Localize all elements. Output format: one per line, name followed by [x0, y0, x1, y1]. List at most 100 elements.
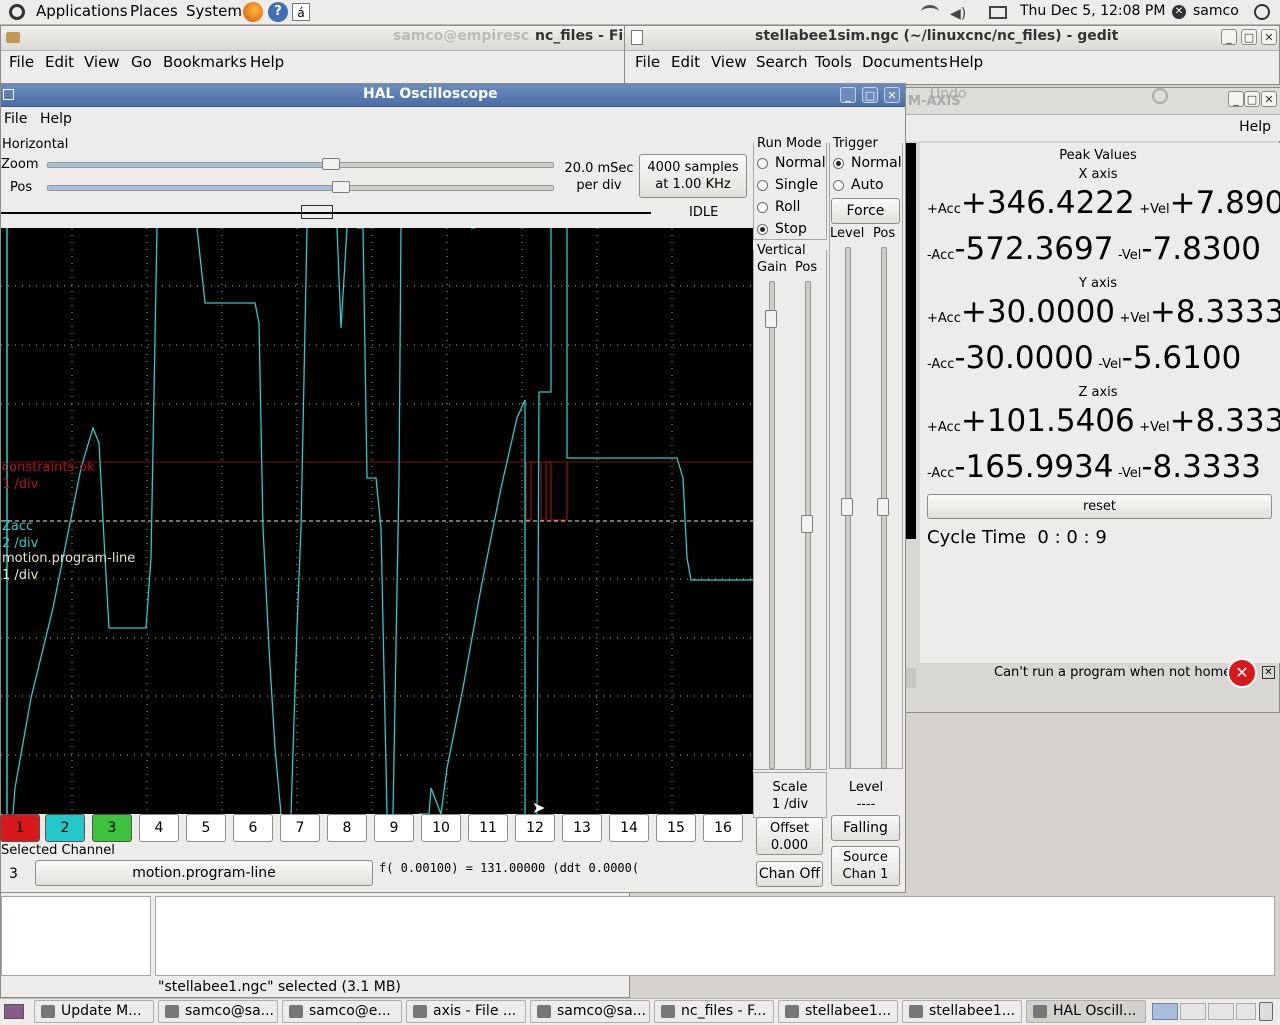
channel-16-button[interactable]: 16 [703, 814, 743, 842]
mail-icon[interactable] [989, 6, 1007, 19]
taskbar-item[interactable]: HAL Oscill... [1026, 1000, 1146, 1023]
scope-menu-help[interactable]: Help [40, 111, 72, 127]
scope-menu-file[interactable]: File [4, 111, 27, 127]
offset-button[interactable]: Offset 0.000 [756, 817, 823, 855]
fb-menu-go[interactable]: Go [131, 53, 152, 71]
trigger-edge-button[interactable]: Falling [831, 815, 900, 841]
scope-titlebar[interactable]: HAL Oscilloscope _ □ ✕ [1, 84, 905, 107]
axis-maximize-button[interactable]: □ [1244, 91, 1260, 107]
gedit-close-button[interactable]: ✕ [1261, 29, 1277, 45]
taskbar-item[interactable]: samco@sa... [530, 1000, 650, 1023]
vertical-pos-slider[interactable] [801, 281, 813, 769]
vertical-gain-slider[interactable] [765, 281, 777, 769]
taskbar-item[interactable]: nc_files - F... [654, 1000, 774, 1023]
vertical-pos-handle[interactable] [801, 515, 813, 533]
fb-menu-help[interactable]: Help [250, 53, 284, 71]
gedit-menu-help[interactable]: Help [949, 53, 983, 71]
gedit-minimize-button[interactable]: _ [1221, 29, 1237, 45]
axis-help-menu[interactable]: Help [1239, 119, 1271, 135]
pos-slider-handle[interactable] [332, 181, 350, 193]
trigger-source-button[interactable]: Source Chan 1 [831, 846, 900, 886]
gedit-menu-documents[interactable]: Documents [862, 53, 948, 71]
workspace-switcher[interactable] [1152, 1003, 1178, 1020]
run-mode-stop-radio[interactable] [757, 224, 768, 235]
file-browser-titlebar[interactable]: samco@empiresc nc_files - File Browser [1, 26, 707, 51]
taskbar-item[interactable]: stellabee1... [778, 1000, 898, 1023]
force-trigger-button[interactable]: Force [831, 198, 900, 224]
chan-off-button[interactable]: Chan Off [756, 861, 823, 887]
fb-file-view[interactable] [155, 896, 1275, 976]
channel-10-button[interactable]: 10 [421, 814, 461, 842]
taskbar-item[interactable]: stellabee1... [902, 1000, 1022, 1023]
axis-minimize-button[interactable]: _ [1228, 91, 1244, 107]
user-menu[interactable]: samco [1193, 3, 1239, 19]
channel-6-button[interactable]: 6 [233, 814, 273, 842]
gedit-maximize-button[interactable]: □ [1241, 29, 1257, 45]
scope-maximize-button[interactable]: □ [862, 87, 878, 103]
taskbar-item[interactable]: axis - File ... [406, 1000, 526, 1023]
show-desktop-icon[interactable] [4, 1004, 24, 1019]
trigger-normal-radio[interactable] [833, 158, 844, 169]
scope-minimize-button[interactable]: _ [840, 87, 856, 103]
dismiss-error-button[interactable]: ✕ [1262, 666, 1275, 679]
gedit-menu-tools[interactable]: Tools [815, 53, 852, 71]
trigger-level-handle[interactable] [841, 498, 853, 516]
fb-menu-view[interactable]: View [84, 53, 120, 71]
zoom-slider[interactable] [47, 158, 554, 170]
channel-14-button[interactable]: 14 [609, 814, 649, 842]
reset-button[interactable]: reset [927, 494, 1272, 519]
axis-close-button[interactable]: ✕ [1261, 91, 1277, 107]
channel-13-button[interactable]: 13 [562, 814, 602, 842]
firefox-launcher-icon[interactable] [243, 2, 263, 22]
taskbar-item[interactable]: samco@e... [282, 1000, 402, 1023]
gedit-menu-file[interactable]: File [635, 53, 660, 71]
taskbar-item[interactable]: Update M... [34, 1000, 154, 1023]
trigger-pos-slider[interactable] [877, 247, 889, 769]
vertical-gain-handle[interactable] [765, 310, 777, 328]
channel-2-button[interactable]: 2 [45, 814, 85, 842]
channel-12-button[interactable]: 12 [515, 814, 555, 842]
selected-signal-button[interactable]: motion.program-line [35, 860, 373, 886]
trigger-pos-handle[interactable] [877, 498, 889, 516]
fb-menu-bookmarks[interactable]: Bookmarks [163, 53, 247, 71]
samples-button[interactable]: 4000 samples at 1.00 KHz [639, 154, 747, 198]
run-mode-single-radio[interactable] [757, 180, 768, 191]
scope-display[interactable]: constraints-ok 1 /div Zacc 2 /div motion… [1, 228, 753, 814]
clock[interactable]: Thu Dec 5, 12:08 PM [1020, 3, 1165, 19]
fb-menu-file[interactable]: File [9, 53, 34, 71]
workspace-3[interactable] [1208, 1003, 1234, 1020]
gedit-menu-edit[interactable]: Edit [671, 53, 700, 71]
channel-11-button[interactable]: 11 [468, 814, 508, 842]
channel-5-button[interactable]: 5 [186, 814, 226, 842]
channel-8-button[interactable]: 8 [327, 814, 367, 842]
user-status-icon[interactable]: ✕ [1172, 5, 1186, 19]
fb-menu-edit[interactable]: Edit [45, 53, 74, 71]
channel-1-button[interactable]: 1 [0, 814, 40, 842]
fb-sidebar[interactable] [1, 896, 151, 976]
scope-close-button[interactable]: ✕ [884, 87, 900, 103]
channel-9-button[interactable]: 9 [374, 814, 414, 842]
scope-window-menu-icon[interactable] [3, 89, 14, 100]
help-launcher-icon[interactable]: ? [268, 2, 288, 22]
taskbar-item[interactable]: samco@sa... [158, 1000, 278, 1023]
pos-slider[interactable] [47, 181, 554, 193]
run-mode-roll-radio[interactable] [757, 202, 768, 213]
wifi-icon[interactable] [921, 5, 939, 19]
run-mode-normal-radio[interactable] [757, 158, 768, 169]
trigger-auto-radio[interactable] [833, 180, 844, 191]
workspace-2[interactable] [1180, 1003, 1206, 1020]
places-menu[interactable]: Places [130, 2, 178, 20]
trash-icon[interactable] [1259, 1002, 1273, 1021]
ubuntu-logo-icon[interactable] [9, 4, 25, 20]
search-icon[interactable] [1152, 88, 1168, 104]
gedit-menu-search[interactable]: Search [756, 53, 808, 71]
zoom-slider-handle[interactable] [322, 158, 340, 170]
volume-icon[interactable]: ◀) [950, 6, 966, 22]
channel-3-button[interactable]: 3 [92, 814, 132, 842]
channel-15-button[interactable]: 15 [656, 814, 696, 842]
trigger-level-slider[interactable] [841, 247, 853, 769]
channel-4-button[interactable]: 4 [139, 814, 179, 842]
channel-7-button[interactable]: 7 [280, 814, 320, 842]
character-map-icon[interactable]: á [292, 3, 310, 21]
power-icon[interactable] [1254, 4, 1270, 20]
